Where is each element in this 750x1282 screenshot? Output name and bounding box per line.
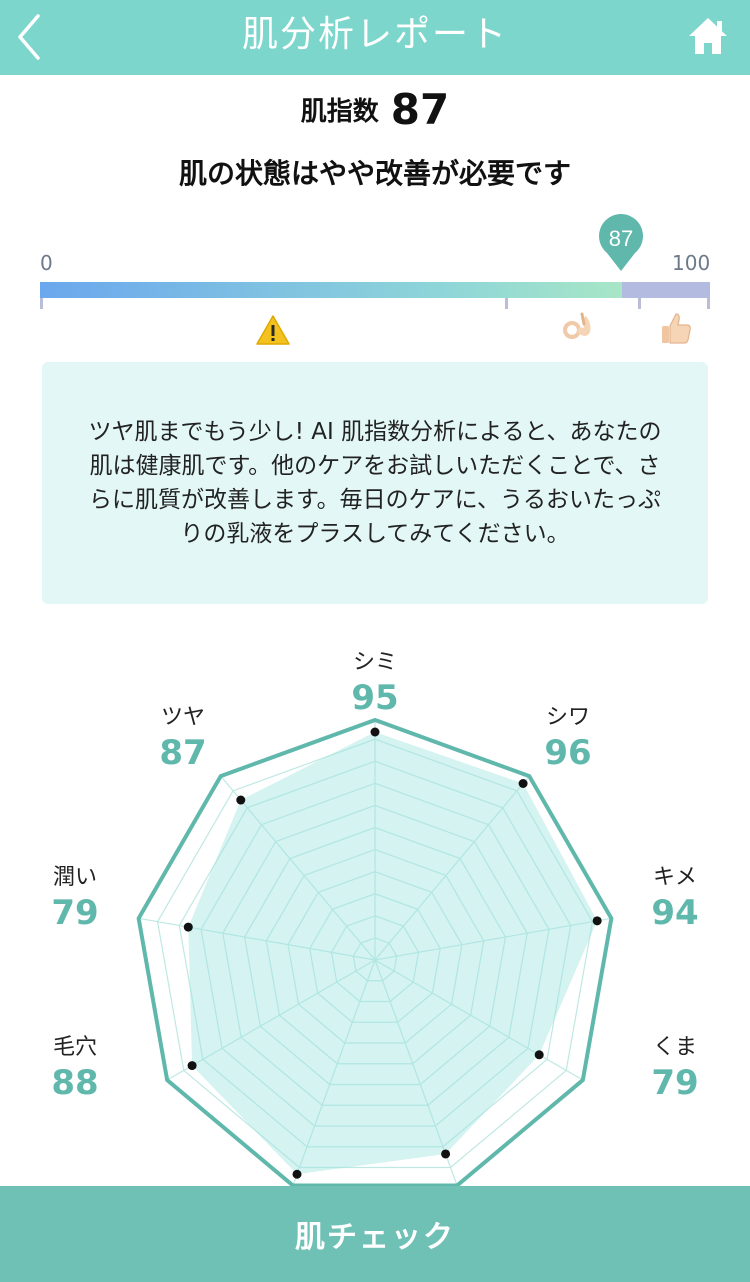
- radar-label-kime: キメ 94: [615, 865, 735, 935]
- radar-data-point: [534, 1050, 544, 1060]
- status-headline: 肌の状態はやや改善が必要です: [178, 157, 571, 190]
- radar-label-keana: 毛穴 88: [15, 1035, 135, 1105]
- radar-label-name: くま: [652, 1035, 697, 1060]
- scale-tick: [707, 298, 710, 309]
- radar-data-point: [292, 1169, 302, 1179]
- radar-data-point: [187, 1061, 197, 1071]
- radar-label-value: 87: [159, 733, 207, 773]
- radar-label-name: ツヤ: [160, 705, 205, 730]
- radar-label-shimi: シミ 95: [315, 650, 435, 720]
- radar-data-point: [370, 727, 380, 737]
- scale-max-label: 100: [672, 251, 711, 275]
- radar-label-tsuya: ツヤ 87: [123, 705, 243, 775]
- radar-label-uruoi: 潤い 79: [15, 865, 135, 935]
- score-value: 87: [390, 85, 450, 134]
- radar-data-point: [592, 916, 602, 926]
- radar-data-point: [518, 779, 528, 789]
- scale-min-label: 0: [40, 251, 53, 275]
- score-progress-bar: [40, 282, 710, 298]
- radar-label-name: シミ: [352, 650, 397, 675]
- thumbs-up-icon: [662, 313, 691, 344]
- progress-rest: [622, 282, 710, 298]
- radar-label-name: 毛穴: [52, 1035, 97, 1060]
- radar-label-shiwa: シワ 96: [508, 705, 628, 775]
- score-label: 肌指数: [300, 97, 379, 127]
- radar-label-value: 79: [651, 1063, 699, 1103]
- radar-data-point: [236, 795, 246, 805]
- radar-data-point: [441, 1149, 451, 1159]
- scale-tick: [638, 298, 641, 309]
- warning-icon: [256, 315, 290, 345]
- radar-label-value: 96: [544, 733, 592, 773]
- advice-text: ツヤ肌までもう少し! AI 肌指数分析によると、あなたの肌は健康肌です。他のケア…: [88, 419, 662, 547]
- ok-hand-icon: [563, 312, 591, 339]
- radar-label-name: キメ: [652, 865, 697, 890]
- home-icon[interactable]: [686, 14, 730, 58]
- radar-label-value: 94: [651, 893, 699, 933]
- page-title: 肌分析レポート: [241, 14, 508, 55]
- radar-label-name: シワ: [545, 705, 590, 730]
- advice-box: ツヤ肌までもう少し! AI 肌指数分析によると、あなたの肌は健康肌です。他のケア…: [42, 362, 708, 604]
- radar-label-value: 88: [51, 1063, 99, 1103]
- skin-check-button[interactable]: 肌チェック: [0, 1186, 750, 1282]
- radar-label-name: 潤い: [52, 865, 97, 890]
- progress-fill: [40, 282, 622, 298]
- radar-label-value: 79: [51, 893, 99, 933]
- app-header: 肌分析レポート: [0, 0, 750, 75]
- score-marker: 87: [599, 214, 643, 271]
- skin-score: 肌指数 87: [0, 85, 750, 134]
- radar-label-value: 95: [351, 678, 399, 718]
- scale-tick: [40, 298, 43, 309]
- radar-data-area: [188, 732, 598, 1175]
- score-marker-label: 87: [609, 226, 633, 251]
- radar-label-kuma: くま 79: [615, 1035, 735, 1105]
- scale-tick: [505, 298, 508, 309]
- radar-data-point: [183, 922, 193, 932]
